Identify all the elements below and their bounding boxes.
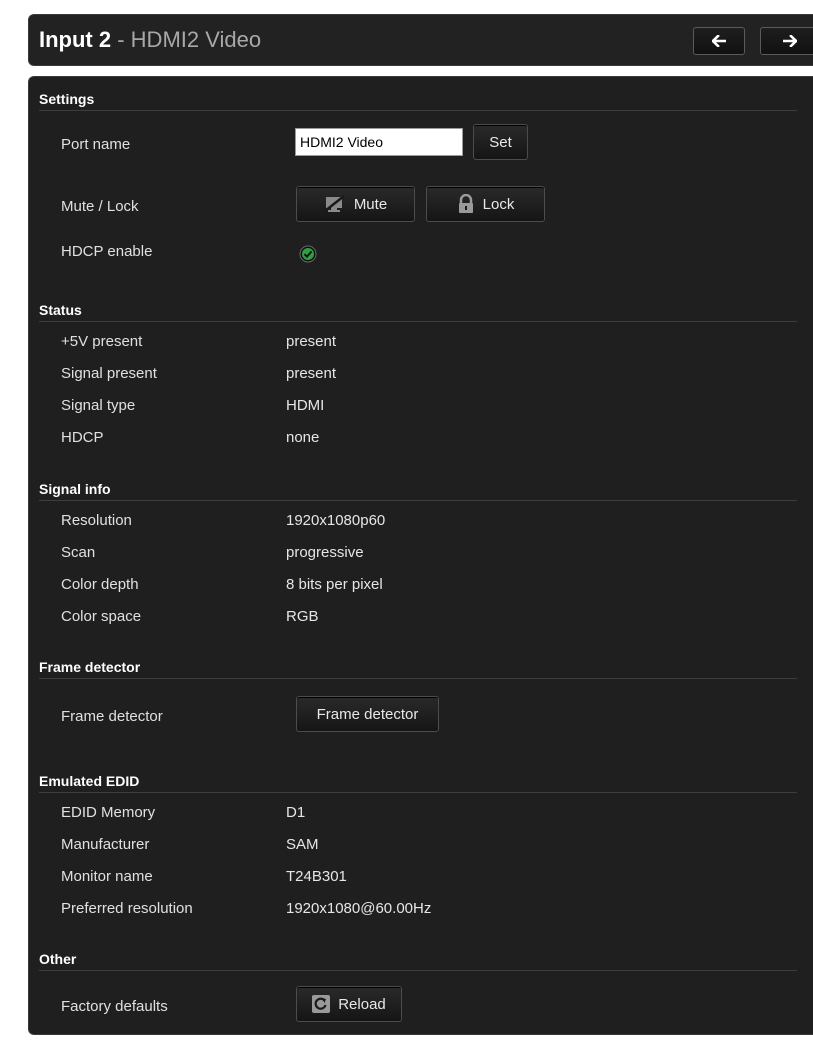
- reload-button-label: Reload: [338, 995, 386, 1013]
- lock-button-label: Lock: [482, 195, 515, 213]
- input-port-name: HDMI2 Video: [130, 27, 262, 52]
- signal-label-color-depth: Color depth: [61, 576, 139, 593]
- frame-detector-section-title: Frame detector: [39, 659, 141, 675]
- section-divider: [39, 792, 797, 793]
- mute-lock-label: Mute / Lock: [61, 198, 139, 215]
- signal-value-color-space: RGB: [286, 608, 319, 625]
- next-input-button[interactable]: [760, 27, 813, 55]
- section-divider: [39, 110, 797, 111]
- signal-value-color-depth: 8 bits per pixel: [286, 576, 383, 593]
- other-section-title: Other: [39, 951, 77, 967]
- reload-button[interactable]: Reload: [296, 986, 402, 1022]
- section-divider: [39, 500, 797, 501]
- input-label: Input 2: [39, 27, 112, 52]
- section-divider: [39, 970, 797, 971]
- signal-info-section-title: Signal info: [39, 481, 111, 497]
- settings-section-title: Settings: [39, 91, 95, 107]
- edid-label-monitor-name: Monitor name: [61, 868, 153, 885]
- hdcp-enable-label: HDCP enable: [61, 243, 153, 260]
- frame-detector-button-label: Frame detector: [316, 705, 419, 723]
- status-section-title: Status: [39, 302, 82, 318]
- title-separator: -: [111, 27, 131, 52]
- port-name-label: Port name: [61, 136, 131, 153]
- status-value-hdcp: none: [286, 429, 320, 446]
- edid-value-preferred-resolution: 1920x1080@60.00Hz: [286, 900, 432, 917]
- set-port-name-button[interactable]: Set: [473, 124, 528, 160]
- mute-video-icon: [324, 195, 346, 213]
- arrow-left-icon: [712, 35, 726, 47]
- status-label-signal-type: Signal type: [61, 397, 136, 414]
- frame-detector-button[interactable]: Frame detector: [296, 696, 439, 732]
- edid-label-memory: EDID Memory: [61, 804, 156, 821]
- factory-defaults-label: Factory defaults: [61, 998, 168, 1015]
- page-header: Input 2 - HDMI2 Video: [28, 14, 813, 66]
- status-value-signal-type: HDMI: [286, 397, 325, 414]
- mute-button[interactable]: Mute: [296, 186, 415, 222]
- emulated-edid-section-title: Emulated EDID: [39, 773, 140, 789]
- section-divider: [39, 321, 797, 322]
- edid-label-manufacturer: Manufacturer: [61, 836, 150, 853]
- status-label-signal-present: Signal present: [61, 365, 157, 382]
- edid-value-monitor-name: T24B301: [286, 868, 347, 885]
- status-value-5v-present: present: [286, 333, 337, 350]
- signal-value-scan: progressive: [286, 544, 364, 561]
- previous-input-button[interactable]: [693, 27, 745, 55]
- set-button-label: Set: [489, 133, 512, 151]
- hdcp-enable-checkbox[interactable]: [299, 245, 317, 263]
- arrow-right-icon: [783, 35, 797, 47]
- signal-label-resolution: Resolution: [61, 512, 132, 529]
- lock-icon: [457, 194, 475, 214]
- signal-label-scan: Scan: [61, 544, 96, 561]
- port-name-input[interactable]: [295, 128, 463, 156]
- status-label-hdcp: HDCP: [61, 429, 104, 446]
- signal-label-color-space: Color space: [61, 608, 142, 625]
- status-value-signal-present: present: [286, 365, 337, 382]
- check-circle-icon: [299, 245, 317, 263]
- reload-icon: [312, 995, 331, 1013]
- input-details-panel: Settings Port name Set Mute / Lock Mute …: [28, 76, 813, 1035]
- edid-value-memory: D1: [286, 804, 306, 821]
- page-title: Input 2 - HDMI2 Video: [39, 27, 261, 53]
- lock-button[interactable]: Lock: [426, 186, 545, 222]
- signal-value-resolution: 1920x1080p60: [286, 512, 386, 529]
- frame-detector-label: Frame detector: [61, 708, 163, 725]
- edid-value-manufacturer: SAM: [286, 836, 319, 853]
- section-divider: [39, 678, 797, 679]
- edid-label-preferred-resolution: Preferred resolution: [61, 900, 193, 917]
- status-label-5v-present: +5V present: [61, 333, 143, 350]
- mute-button-label: Mute: [353, 195, 388, 213]
